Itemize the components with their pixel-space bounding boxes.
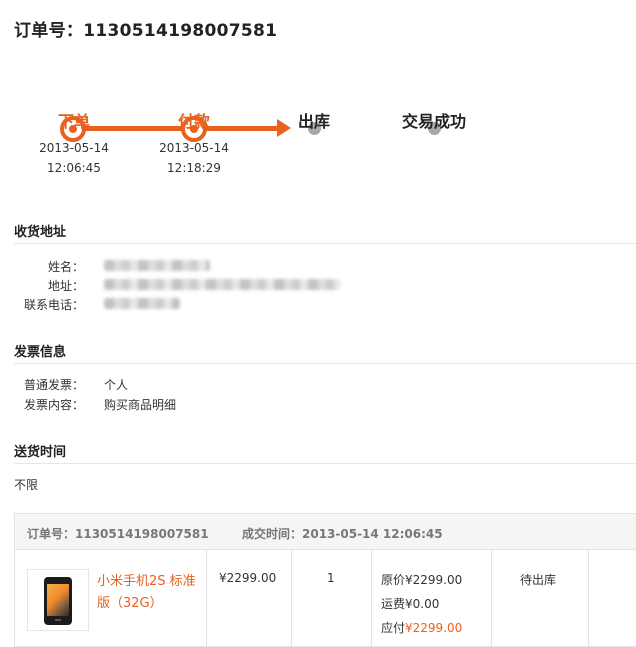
divider — [588, 550, 589, 646]
payable-label: 应付 — [381, 621, 406, 635]
step-label-order: 下单 — [57, 112, 90, 131]
deal-time: 成交时间：2013-05-14 12:06:45 — [242, 527, 443, 541]
order-items-table: 订单号：1130514198007581 成交时间：2013-05-14 12:… — [14, 513, 636, 647]
unit-price: ¥2299.00 — [219, 571, 277, 585]
invoice-section-title: 发票信息 — [14, 345, 67, 360]
phone-redacted — [104, 298, 180, 309]
payable-amount: 应付¥2299.00 — [381, 619, 462, 636]
address-section-title: 收货地址 — [14, 225, 67, 240]
invoice-content-value: 购买商品明细 — [104, 398, 177, 412]
step-label-shipping: 出库 — [297, 112, 330, 131]
invoice-type-label: 普通发票： — [23, 378, 84, 392]
divider — [14, 463, 636, 464]
product-name-link[interactable]: 小米手机2S 标准版（32G） — [97, 571, 197, 615]
order-status: 待出库 — [520, 573, 557, 587]
step-date-order: 2013-05-14 — [39, 141, 109, 155]
step-time-order: 12:06:45 — [47, 161, 101, 175]
name-label: 姓名： — [47, 260, 84, 274]
step-date-payment: 2013-05-14 — [159, 141, 229, 155]
phone-label: 联系电话： — [23, 298, 84, 312]
name-redacted — [104, 260, 210, 271]
divider — [291, 550, 292, 646]
step-label-complete: 交易成功 — [401, 112, 466, 131]
order-title: 订单号：1130514198007581 — [14, 21, 278, 41]
order-number: 订单号：1130514198007581 — [27, 527, 209, 541]
payable-value: ¥2299.00 — [405, 621, 463, 635]
phone-icon — [44, 577, 72, 625]
divider — [371, 550, 372, 646]
delivery-section-title: 送货时间 — [14, 445, 67, 460]
shipping-fee: 运费¥0.00 — [381, 597, 440, 611]
invoice-type-value: 个人 — [104, 378, 129, 392]
original-price: 原价¥2299.00 — [381, 573, 463, 587]
invoice-content-label: 发票内容： — [23, 398, 84, 412]
address-redacted — [104, 279, 340, 290]
divider — [491, 550, 492, 646]
step-time-payment: 12:18:29 — [167, 161, 221, 175]
divider — [14, 363, 636, 364]
order-items-header: 订单号：1130514198007581 成交时间：2013-05-14 12:… — [15, 514, 636, 550]
divider — [206, 550, 207, 646]
address-label: 地址： — [47, 279, 84, 293]
divider — [14, 243, 636, 244]
delivery-time-value: 不限 — [14, 478, 39, 492]
step-label-payment: 付款 — [177, 112, 210, 131]
quantity: 1 — [327, 571, 335, 585]
product-thumbnail[interactable] — [27, 569, 89, 631]
